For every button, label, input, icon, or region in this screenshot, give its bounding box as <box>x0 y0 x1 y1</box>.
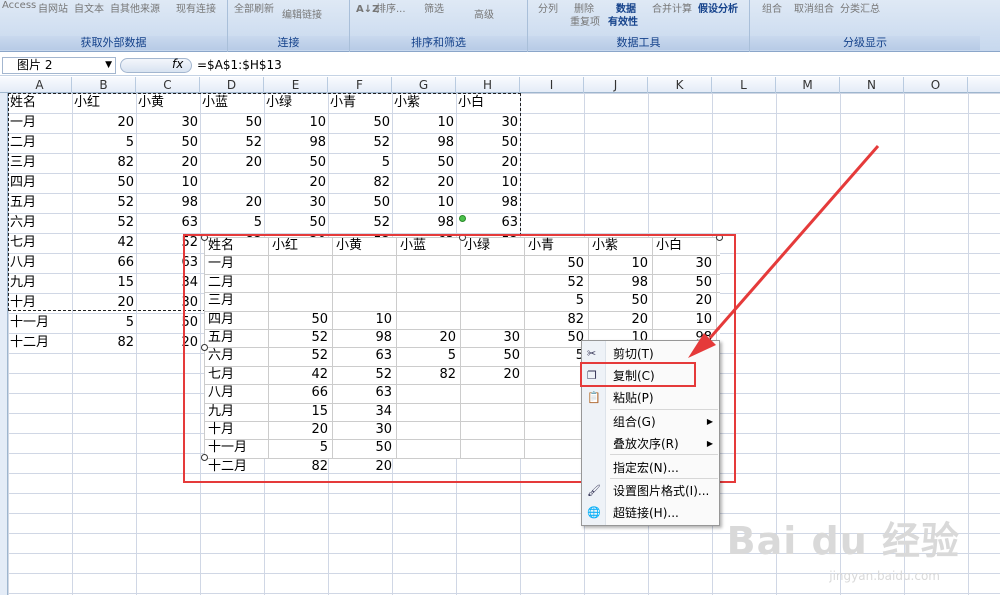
column-header-d[interactable]: D <box>200 77 264 93</box>
refresh-all-button[interactable]: 全部刷新 <box>234 0 274 15</box>
table-cell[interactable]: 82 <box>74 334 136 351</box>
consolidate-button[interactable]: 合并计算 <box>652 0 692 15</box>
column-header-k[interactable]: K <box>648 77 712 93</box>
column-header-n[interactable]: N <box>840 77 904 93</box>
name-box-value: 图片 2 <box>17 58 53 72</box>
menu-separator <box>610 409 718 410</box>
name-box[interactable]: 图片 2 ▼ <box>2 57 116 74</box>
menu-item-label: 设置图片格式(I)... <box>613 484 710 498</box>
ribbon-group-label: 排序和筛选 <box>350 36 527 50</box>
menu-item[interactable]: 叠放次序(R) ▶ <box>582 433 721 455</box>
ribbon-group-connections: 全部刷新 编辑链接 连接 <box>228 0 350 52</box>
existing-connections-button[interactable]: 现有连接 <box>176 0 216 15</box>
ribbon: Access 自网站 自文本 自其他来源 现有连接 获取外部数据 全部刷新 编辑… <box>0 0 1000 52</box>
column-header-i[interactable]: I <box>520 77 584 93</box>
column-header-c[interactable]: C <box>136 77 200 93</box>
format-picture-icon: 🖌 <box>587 484 601 497</box>
table-cell[interactable]: 5 <box>74 314 136 331</box>
column-header-a[interactable]: A <box>8 77 72 93</box>
column-header-b[interactable]: B <box>72 77 136 93</box>
ungroup-button[interactable]: 取消组合 <box>794 0 834 15</box>
table-cell[interactable]: 十一月 <box>10 314 72 331</box>
column-header-f[interactable]: F <box>328 77 392 93</box>
ribbon-group-label: 分级显示 <box>750 36 980 50</box>
access-button[interactable]: Access <box>2 0 36 11</box>
from-text-button[interactable]: 自文本 <box>74 0 104 15</box>
menu-item-label: 叠放次序(R) <box>613 437 679 451</box>
hyperlink-icon: 🌐 <box>587 506 601 519</box>
column-header-l[interactable]: L <box>712 77 776 93</box>
menu-item-label: 组合(G) <box>613 415 656 429</box>
chevron-right-icon: ▶ <box>706 417 713 426</box>
what-if-analysis-button[interactable]: 假设分析 <box>698 0 738 15</box>
text-to-columns-button[interactable]: 分列 <box>538 0 558 15</box>
menu-item[interactable]: 🌐 超链接(H)... <box>582 502 721 524</box>
column-header-o[interactable]: O <box>904 77 968 93</box>
formula-input[interactable]: =$A$1:$H$13 <box>197 57 282 74</box>
formula-bar: 图片 2 ▼ fx =$A$1:$H$13 <box>0 56 1000 76</box>
watermark-url: jingyan.baidu.com <box>829 569 940 583</box>
column-header-j[interactable]: J <box>584 77 648 93</box>
column-header-m[interactable]: M <box>776 77 840 93</box>
ribbon-group-outline: 组合 取消组合 分类汇总 分级显示 <box>750 0 980 52</box>
remove-duplicates-label-2: 重复项 <box>570 17 600 28</box>
menu-item-label: 指定宏(N)... <box>613 461 679 475</box>
data-validation-label-2: 有效性 <box>608 17 638 28</box>
ribbon-group-label: 获取外部数据 <box>0 36 227 50</box>
row-headers <box>0 93 8 595</box>
rotate-handle[interactable] <box>459 215 466 222</box>
column-header-e[interactable]: E <box>264 77 328 93</box>
group-button[interactable]: 组合 <box>762 0 782 15</box>
menu-item-label: 粘贴(P) <box>613 391 654 405</box>
menu-item[interactable]: 组合(G) ▶ <box>582 411 721 433</box>
table-cell[interactable]: 十二月 <box>10 334 72 351</box>
filter-button[interactable]: 筛选 <box>424 0 444 15</box>
paste-icon: 📋 <box>587 391 601 404</box>
advanced-filter-button[interactable]: 高级 <box>474 6 494 21</box>
column-headers: ABCDEFGHIJKLMNO <box>0 77 1000 93</box>
edit-links-button[interactable]: 编辑链接 <box>282 6 322 21</box>
menu-item[interactable]: 🖌 设置图片格式(I)... <box>582 480 721 502</box>
copy-highlight-box <box>580 362 696 387</box>
chevron-right-icon: ▶ <box>706 439 713 448</box>
from-web-button[interactable]: 自网站 <box>38 0 68 15</box>
from-other-sources-button[interactable]: 自其他来源 <box>110 0 160 15</box>
ribbon-group-label: 连接 <box>228 36 349 50</box>
menu-item[interactable]: 指定宏(N)... <box>582 457 721 479</box>
subtotal-button[interactable]: 分类汇总 <box>840 0 880 15</box>
chevron-down-icon[interactable]: ▼ <box>105 58 112 73</box>
column-header-h[interactable]: H <box>456 77 520 93</box>
ribbon-group-data-tools: 分列 删除 重复项 数据 有效性 合并计算 假设分析 数据工具 <box>528 0 750 52</box>
column-header-g[interactable]: G <box>392 77 456 93</box>
ribbon-group-external-data: Access 自网站 自文本 自其他来源 现有连接 获取外部数据 <box>0 0 228 52</box>
insert-function-icon[interactable]: fx <box>172 57 183 71</box>
menu-item-label: 超链接(H)... <box>613 506 679 520</box>
sort-button[interactable]: 排序... <box>376 0 406 15</box>
scissors-icon: ✂ <box>587 347 597 360</box>
watermark-logo: Bai du 经验 <box>726 519 960 563</box>
ribbon-group-label: 数据工具 <box>528 36 749 50</box>
ribbon-group-sort-filter: A↓Z 排序... 筛选 高级 排序和筛选 <box>350 0 528 52</box>
menu-item[interactable]: 📋 粘贴(P) <box>582 387 721 409</box>
